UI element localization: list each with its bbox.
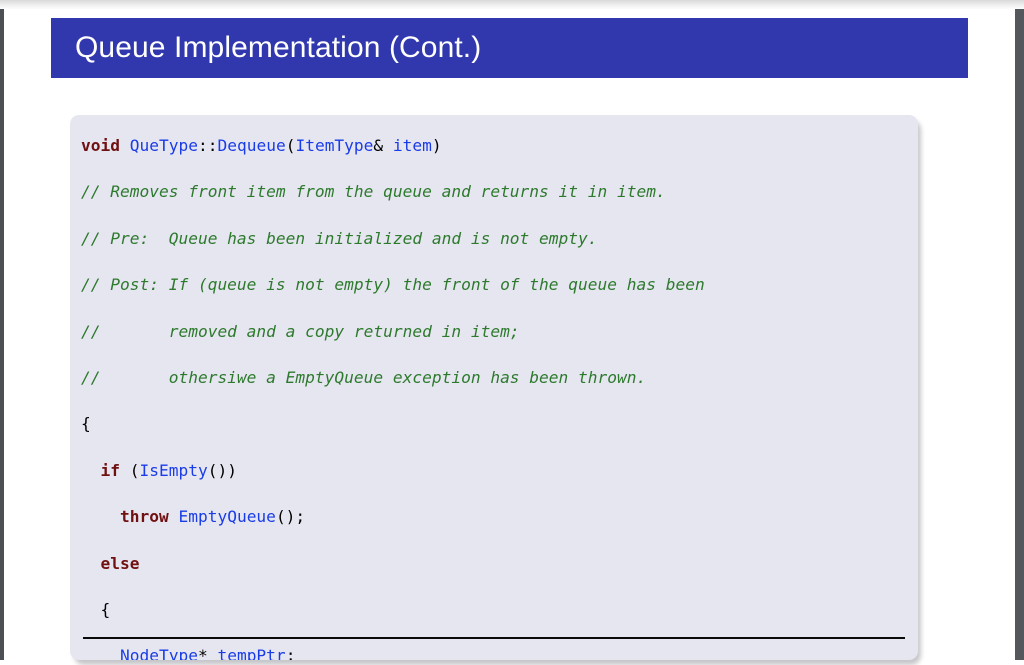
code-token-op	[120, 136, 130, 155]
code-token-id: item	[392, 136, 432, 155]
code-line: // Pre: Queue has been initialized and i…	[81, 227, 918, 250]
code-line: // Removes front item from the queue and…	[81, 180, 918, 203]
presentation-window: Queue Implementation (Cont.) void QueTyp…	[0, 0, 1024, 665]
code-token-cmt: // othersiwe a EmptyQueue exception has …	[81, 368, 647, 388]
slide-surface: Queue Implementation (Cont.) void QueTyp…	[4, 9, 1015, 665]
code-token-op: ::	[197, 136, 218, 155]
code-token-op: (	[285, 136, 296, 155]
code-token-op	[81, 646, 120, 660]
code-token-id: NodeType	[119, 646, 198, 660]
code-token-id: ItemType	[295, 136, 374, 155]
code-token-id: IsEmpty	[139, 460, 208, 480]
code-line: else	[81, 552, 918, 575]
slide-title-bar: Queue Implementation (Cont.)	[51, 18, 968, 78]
code-token-cmt: // Post: If (queue is not empty) the fro…	[81, 275, 705, 295]
code-line: {	[81, 598, 918, 621]
window-top-strip	[0, 0, 1024, 9]
code-token-cmt: // Pre: Queue has been initialized and i…	[81, 228, 598, 248]
code-line: throw EmptyQueue();	[81, 505, 918, 528]
code-token-op: &	[373, 136, 393, 155]
code-line: // othersiwe a EmptyQueue exception has …	[81, 366, 918, 389]
code-token-op	[81, 461, 101, 480]
code-listing: void QueType::Dequeue(ItemType& item) //…	[70, 134, 918, 660]
code-token-cmt: // Removes front item from the queue and…	[81, 182, 666, 202]
code-token-op	[81, 507, 120, 526]
code-block-underline	[83, 637, 905, 639]
window-right-border	[1015, 0, 1024, 660]
code-line: void QueType::Dequeue(ItemType& item)	[81, 134, 918, 157]
code-line: // Post: If (queue is not empty) the fro…	[81, 273, 918, 296]
code-token-kw: throw	[119, 507, 169, 527]
code-token-op	[169, 507, 179, 526]
code-token-op: (	[120, 460, 140, 480]
code-token-op: ();	[275, 507, 306, 527]
page-title: Queue Implementation (Cont.)	[75, 31, 482, 64]
code-token-cmt: // removed and a copy returned in item;	[81, 321, 520, 341]
code-token-id: Dequeue	[217, 136, 286, 155]
code-line: if (IsEmpty())	[81, 459, 918, 482]
code-token-id: tempPtr	[217, 646, 286, 660]
code-token-op: {	[81, 414, 91, 434]
code-block: void QueType::Dequeue(ItemType& item) //…	[70, 115, 918, 660]
code-token-op: ;	[285, 646, 296, 660]
code-line: // removed and a copy returned in item;	[81, 320, 918, 343]
code-token-op	[81, 554, 101, 573]
code-token-op: *	[197, 646, 218, 660]
code-token-id: EmptyQueue	[178, 507, 276, 527]
code-token-kw: void	[81, 136, 120, 155]
code-token-op: )	[431, 136, 442, 155]
code-token-id: QueType	[129, 136, 198, 155]
code-token-kw: else	[100, 553, 140, 573]
code-line: {	[81, 412, 918, 435]
code-token-op: {	[81, 600, 111, 620]
code-token-op: ())	[207, 460, 237, 480]
code-token-kw: if	[100, 460, 121, 480]
code-line: NodeType* tempPtr;	[81, 644, 918, 660]
